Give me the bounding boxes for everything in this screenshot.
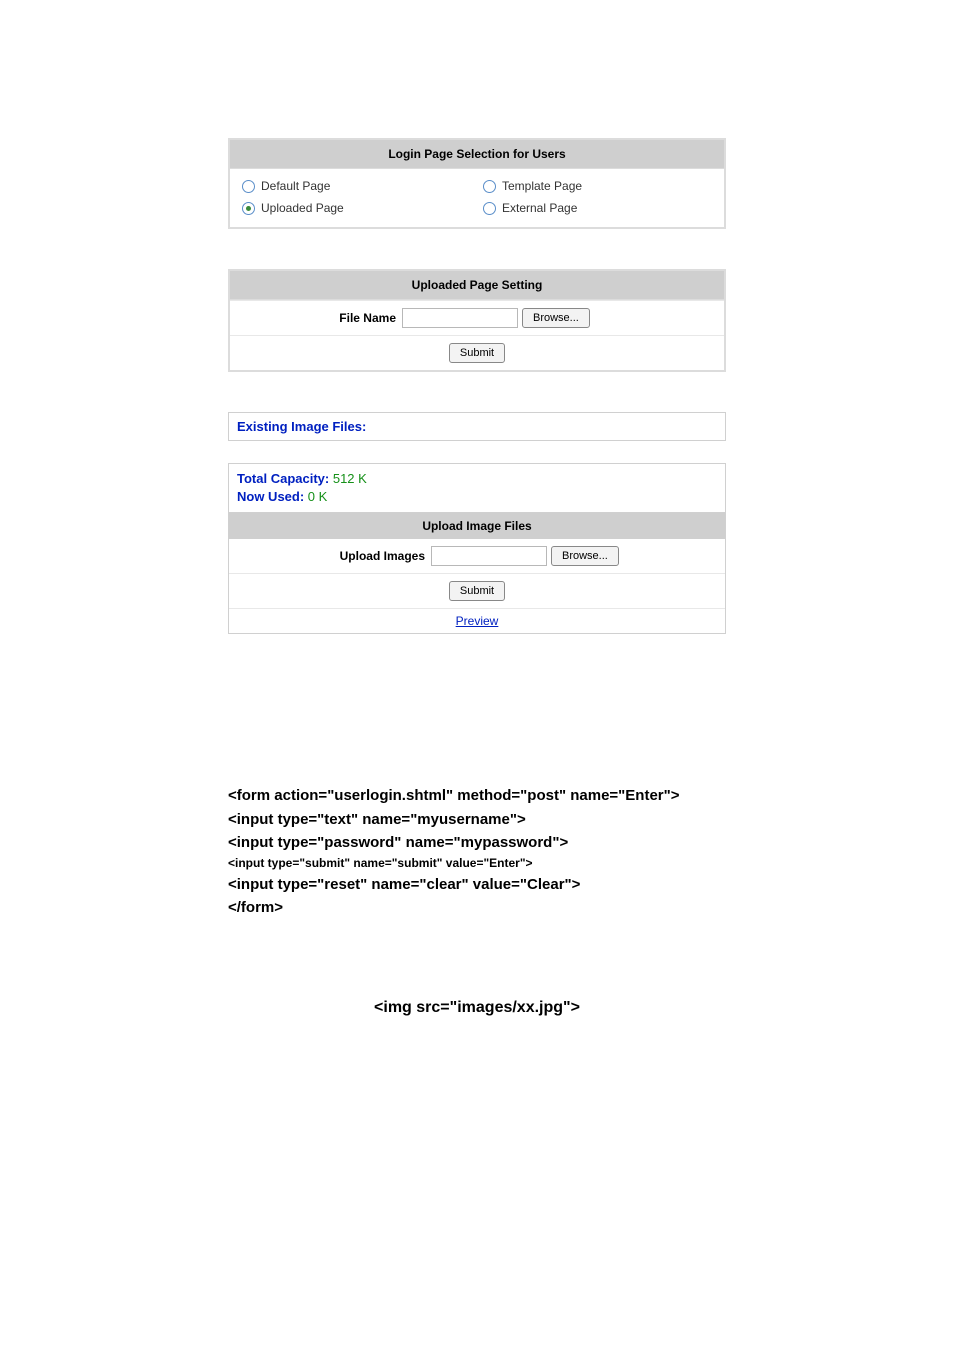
preview-link[interactable]: Preview bbox=[456, 614, 499, 628]
panel-header: Upload Image Files bbox=[229, 513, 725, 539]
preview-row: Preview bbox=[229, 608, 725, 633]
capacity-box: Total Capacity: 512 K Now Used: 0 K bbox=[228, 463, 726, 513]
radio-option-external[interactable]: External Page bbox=[477, 197, 718, 219]
submit-row: Submit bbox=[230, 335, 724, 370]
panel-header: Login Page Selection for Users bbox=[230, 140, 724, 169]
upload-images-row: Upload Images Browse... bbox=[229, 539, 725, 573]
browse-button[interactable]: Browse... bbox=[551, 546, 619, 566]
submit-row: Submit bbox=[229, 573, 725, 608]
now-used-label: Now Used: bbox=[237, 489, 304, 504]
radio-option-uploaded[interactable]: Uploaded Page bbox=[236, 197, 477, 219]
total-capacity-value: 512 K bbox=[333, 471, 367, 486]
radio-icon bbox=[242, 180, 255, 193]
file-picker: Browse... bbox=[431, 546, 619, 566]
radio-label: Uploaded Page bbox=[261, 201, 344, 215]
code-line: <input type="reset" name="clear" value="… bbox=[228, 873, 726, 896]
upload-image-files-panel: Upload Image Files Upload Images Browse.… bbox=[228, 513, 726, 634]
panel-header: Uploaded Page Setting bbox=[230, 271, 724, 300]
login-page-selection-panel: Login Page Selection for Users Default P… bbox=[228, 138, 726, 229]
img-sample-line: <img src="images/xx.jpg"> bbox=[228, 999, 726, 1017]
file-name-label: File Name bbox=[236, 311, 402, 325]
file-name-row: File Name Browse... bbox=[230, 300, 724, 335]
code-line: </form> bbox=[228, 896, 726, 919]
uploaded-page-setting-panel: Uploaded Page Setting File Name Browse..… bbox=[228, 269, 726, 372]
upload-images-input[interactable] bbox=[431, 546, 547, 566]
login-page-radio-group: Default Page Template Page Uploaded Page… bbox=[230, 169, 724, 227]
file-name-input[interactable] bbox=[402, 308, 518, 328]
radio-icon bbox=[242, 202, 255, 215]
now-used-value: 0 K bbox=[308, 489, 328, 504]
radio-label: Default Page bbox=[261, 179, 330, 193]
radio-icon bbox=[483, 202, 496, 215]
radio-option-default[interactable]: Default Page bbox=[236, 175, 477, 197]
radio-option-template[interactable]: Template Page bbox=[477, 175, 718, 197]
submit-button[interactable]: Submit bbox=[449, 581, 505, 601]
existing-image-files-title: Existing Image Files: bbox=[228, 412, 726, 441]
total-capacity-label: Total Capacity: bbox=[237, 471, 329, 486]
radio-label: Template Page bbox=[502, 179, 582, 193]
code-sample-block: <form action="userlogin.shtml" method="p… bbox=[228, 784, 726, 919]
browse-button[interactable]: Browse... bbox=[522, 308, 590, 328]
code-line: <input type="password" name="mypassword"… bbox=[228, 831, 726, 854]
submit-button[interactable]: Submit bbox=[449, 343, 505, 363]
code-line: <form action="userlogin.shtml" method="p… bbox=[228, 784, 726, 807]
radio-label: External Page bbox=[502, 201, 577, 215]
file-picker: Browse... bbox=[402, 308, 590, 328]
code-line: <input type="text" name="myusername"> bbox=[228, 808, 726, 831]
radio-icon bbox=[483, 180, 496, 193]
code-line: <input type="submit" name="submit" value… bbox=[228, 854, 726, 873]
upload-images-label: Upload Images bbox=[235, 549, 431, 563]
